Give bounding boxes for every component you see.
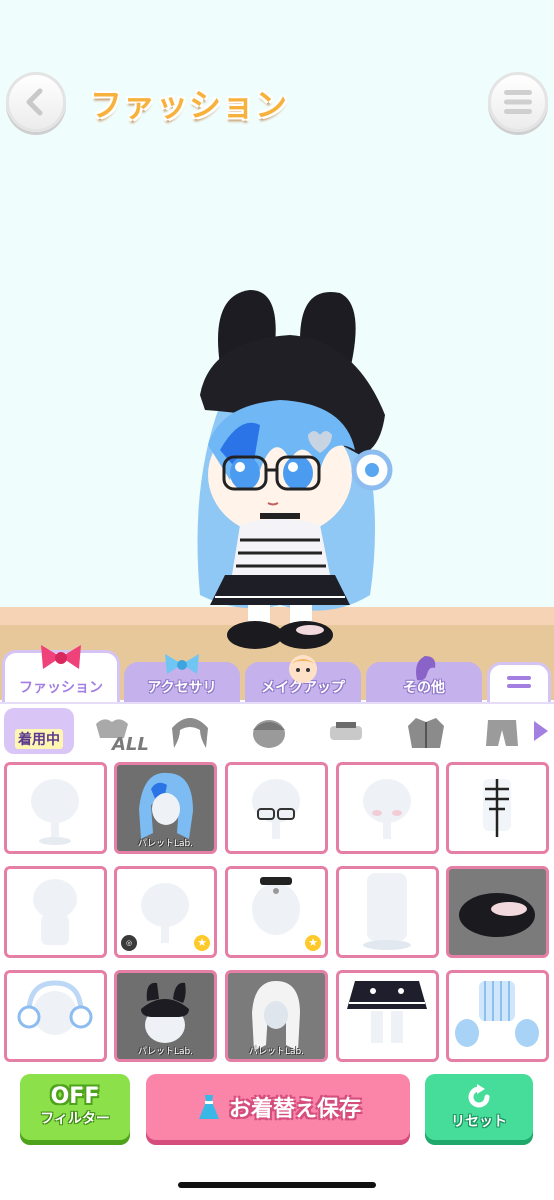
subcat-hair[interactable]	[166, 712, 214, 752]
socks-icon	[363, 873, 411, 950]
save-outfit-button[interactable]: お着替え保存	[146, 1074, 410, 1140]
save-label: お着替え保存	[228, 1097, 361, 1122]
brand-label: パレットLab.	[137, 839, 194, 849]
face-icon	[289, 655, 317, 683]
item-cell-blue-hair[interactable]: パレットLab.	[114, 762, 217, 854]
hair-icon	[172, 718, 208, 748]
item-cell-choker[interactable]: ★	[225, 866, 328, 958]
ribbon-bow-icon	[41, 645, 81, 669]
brand-label: パレットLab.	[137, 1047, 194, 1057]
tab-label: ファッション	[19, 680, 103, 696]
glasses-icon	[252, 779, 300, 839]
dress-icon	[198, 1095, 219, 1119]
free-icon: ◎	[121, 935, 137, 951]
brand-label: パレットLab.	[248, 1047, 305, 1057]
skirt-icon	[347, 981, 427, 1043]
avatar-character[interactable]	[180, 285, 395, 655]
item-cell-blue-top[interactable]	[446, 970, 549, 1062]
blush-icon	[363, 779, 411, 839]
page-title: ファッション	[90, 86, 289, 124]
scroll-right-arrow-icon[interactable]	[534, 721, 548, 741]
slippers-icon	[459, 893, 535, 937]
jacket-icon	[408, 718, 444, 748]
chevron-left-icon	[26, 88, 43, 116]
harness-icon	[483, 779, 511, 837]
headphones-icon	[17, 980, 93, 1035]
filter-toggle-button[interactable]: OFF フィルター	[20, 1074, 130, 1140]
blue-top-icon	[455, 981, 539, 1047]
head-icon	[253, 720, 285, 748]
subcat-jacket[interactable]	[402, 712, 450, 752]
subcat-eyewear[interactable]	[322, 712, 370, 752]
pony-icon	[416, 656, 436, 681]
tab-more[interactable]	[487, 662, 551, 702]
reset-label: リセット	[451, 1114, 507, 1130]
home-indicator[interactable]	[178, 1182, 376, 1188]
subcat-bottoms[interactable]	[478, 712, 526, 752]
all-label: ALL	[112, 734, 149, 755]
tab-fashion[interactable]: ファッション	[2, 645, 120, 702]
item-cell-cat-cap[interactable]: パレットLab.	[114, 970, 217, 1062]
subcat-head[interactable]	[245, 712, 293, 752]
star-icon: ★	[194, 935, 210, 951]
blue-bow-icon	[165, 654, 199, 674]
tab-makeup[interactable]: メイクアップ	[245, 655, 361, 702]
item-cell-socks[interactable]	[336, 866, 439, 958]
hamburger-menu-icon	[504, 90, 532, 114]
worn-label: 着用中	[15, 729, 63, 749]
more-lines-icon	[507, 676, 531, 688]
item-grid: パレットLab. ◎ ★ ★ パレットLab. パレットLab.	[0, 758, 554, 1066]
item-cell-harness[interactable]	[446, 762, 549, 854]
avatar-stage: ファッション	[0, 0, 554, 700]
item-cell-blush[interactable]	[336, 762, 439, 854]
back-button[interactable]	[6, 72, 66, 132]
item-cell-body-accessory[interactable]	[4, 866, 107, 958]
item-cell-mannequin-badge[interactable]: ◎ ★	[114, 866, 217, 958]
worn-filter-button[interactable]: 着用中	[4, 708, 74, 754]
item-cell-plain-mannequin[interactable]	[4, 762, 107, 854]
filter-label: フィルター	[40, 1111, 110, 1127]
filter-state-label: OFF	[50, 1084, 100, 1109]
body-mannequin-icon	[33, 879, 77, 945]
item-cell-white-hair[interactable]: パレットLab.	[225, 970, 328, 1062]
item-cell-glasses[interactable]	[225, 762, 328, 854]
item-cell-slippers[interactable]	[446, 866, 549, 958]
category-tabs: ファッション アクセサリ メイクアップ その他	[0, 645, 554, 702]
tab-other[interactable]: その他	[366, 656, 482, 702]
subcategory-row: 着用中 ALL	[0, 702, 554, 758]
menu-button[interactable]	[488, 72, 548, 132]
bottoms-icon	[486, 720, 518, 746]
star-icon: ★	[305, 935, 321, 951]
reset-button[interactable]: リセット	[425, 1074, 533, 1140]
item-cell-headphones[interactable]	[4, 970, 107, 1062]
tab-accessory[interactable]: アクセサリ	[124, 654, 240, 702]
mannequin-icon	[31, 779, 79, 845]
item-cell-skirt[interactable]	[336, 970, 439, 1062]
eyewear-icon	[330, 722, 362, 740]
action-bar: OFF フィルター お着替え保存 リセット	[0, 1066, 554, 1200]
refresh-icon	[468, 1084, 490, 1108]
